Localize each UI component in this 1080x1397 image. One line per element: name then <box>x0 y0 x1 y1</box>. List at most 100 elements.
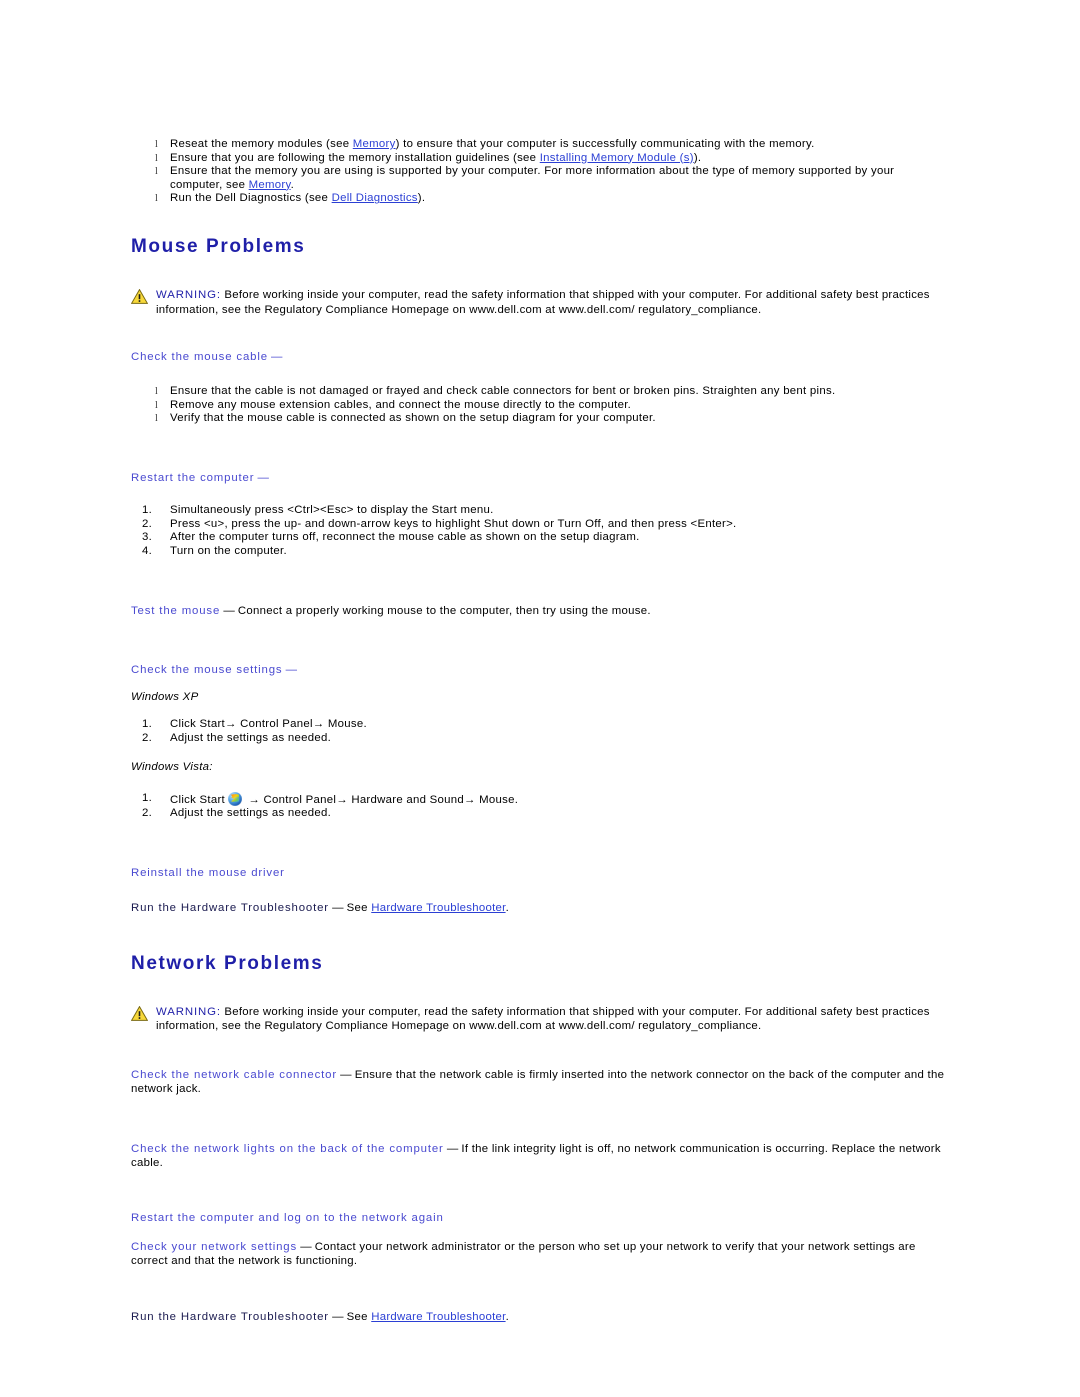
os-label-windows-vista: Windows Vista: <box>131 760 213 773</box>
list-number: 1. <box>142 791 153 804</box>
document-content: l Reseat the memory modules (see Memory) … <box>130 138 949 1324</box>
windows-vista-start-orb-icon <box>227 791 242 806</box>
inline-text: ) to ensure that your computer is succes… <box>395 138 815 150</box>
os-label-windows-xp: Windows XP <box>131 691 199 704</box>
warning-label: WARNING: <box>156 1005 221 1018</box>
bullet-icon: l <box>155 386 159 398</box>
list-number: 1. <box>142 718 153 731</box>
vista-step-2: Adjust the settings as needed. <box>170 807 332 820</box>
list-item: 2. Adjust the settings as needed. <box>131 732 949 746</box>
inline-link[interactable]: Memory <box>249 179 291 191</box>
paragraph-check-network-lights: Check the network lights on the back of … <box>131 1142 941 1169</box>
list-number: 2. <box>142 517 153 530</box>
warning-triangle-icon <box>130 1005 149 1021</box>
em-dash: — <box>254 471 269 484</box>
bullet-icon: l <box>155 193 159 205</box>
list-item: l Ensure that the memory you are using is… <box>131 165 949 192</box>
list-item-text: After the computer turns off, reconnect … <box>170 531 640 544</box>
inline-text: Run the Dell Diagnostics (see <box>170 192 332 205</box>
list-number: 1. <box>142 503 153 516</box>
paragraph-check-network-cable-connector: Check the network cable connector — Ensu… <box>131 1068 945 1095</box>
period: . <box>505 1310 510 1323</box>
warning-triangle-icon <box>130 288 149 304</box>
em-dash: — <box>328 1310 347 1323</box>
subhead-reinstall-the-mouse-driver: Reinstall the mouse driver <box>131 866 285 879</box>
inline-link[interactable]: Memory <box>353 138 396 150</box>
see-text: See <box>346 901 372 914</box>
em-dash: — <box>328 901 347 914</box>
list-item: l Reseat the memory modules (see Memory) … <box>131 138 949 152</box>
subhead-check-the-mouse-cable: Check the mouse cable — <box>131 351 283 364</box>
paragraph-check-network-settings: Check your network settings — Contact yo… <box>131 1240 916 1267</box>
list-item-text: Turn on the computer. <box>170 544 287 557</box>
period: . <box>505 901 510 914</box>
see-text: See <box>346 1310 372 1323</box>
paragraph-run-hardware-troubleshooter-mouse: Run the Hardware Troubleshooter — See Ha… <box>131 901 510 914</box>
list-item: 3. After the computer turns off, reconnec… <box>131 531 949 545</box>
vista-step-suffix: → Control Panel→ Hardware and Sound→ Mou… <box>244 793 519 806</box>
list-item: 1. Click Start→ Control Panel→ Mouse. <box>131 718 949 732</box>
paragraph-test-the-mouse: Test the mouse — Connect a properly work… <box>131 605 651 618</box>
bullet-icon: l <box>155 399 159 411</box>
list-item: l Remove any mouse extension cables, and … <box>131 399 949 413</box>
list-item: 2. Press <u>, press the up- and down-arro… <box>131 518 949 532</box>
warning-body: Before working inside your computer, rea… <box>156 288 930 316</box>
em-dash: — <box>267 351 283 364</box>
em-dash: — <box>282 664 298 677</box>
warning-label: WARNING: <box>156 288 221 301</box>
inline-text: ). <box>417 192 426 205</box>
list-item-text: Simultaneously press <Ctrl><Esc> to disp… <box>170 503 494 516</box>
link-hardware-troubleshooter[interactable]: Hardware Troubleshooter <box>371 902 505 914</box>
list-item-text: Adjust the settings as needed. <box>170 731 332 744</box>
bullet-icon: l <box>155 139 159 150</box>
list-number: 2. <box>142 807 153 820</box>
warning-block-mouse: WARNING: Before working inside your comp… <box>130 288 949 317</box>
windows-vista-mouse-steps: 1. Click Start → Control Panel→ Hardware … <box>131 791 949 821</box>
list-item-text: Verify that the mouse cable is connected… <box>170 412 656 425</box>
list-item: 2. Adjust the settings as needed. <box>131 807 949 821</box>
windows-xp-mouse-steps: 1. Click Start→ Control Panel→ Mouse. 2. Ad… <box>131 718 949 745</box>
inline-text: Reseat the memory modules (see <box>170 138 353 150</box>
list-item-text: Click Start→ Control Panel→ Mouse. <box>170 718 367 731</box>
em-dash: — <box>336 1068 355 1081</box>
mouse-cable-check-list: l Ensure that the cable is not damaged or… <box>131 385 949 426</box>
restart-computer-steps: 1. Simultaneously press <Ctrl><Esc> to di… <box>131 504 949 558</box>
list-item: 1. Simultaneously press <Ctrl><Esc> to di… <box>131 504 949 518</box>
bullet-icon: l <box>155 413 159 425</box>
inline-text: ). <box>693 151 702 164</box>
em-dash: — <box>297 1240 315 1253</box>
list-number: 4. <box>142 544 153 557</box>
em-dash: — <box>443 1142 462 1155</box>
list-item: l Ensure that you are following the memor… <box>131 152 949 166</box>
list-number: 2. <box>142 731 153 744</box>
document-page: l Reseat the memory modules (see Memory) … <box>0 0 1080 1397</box>
list-item: l Ensure that the cable is not damaged or… <box>131 385 949 399</box>
section-heading-network-problems: Network Problems <box>131 952 324 974</box>
inline-text: Ensure that you are following the memory… <box>170 151 540 164</box>
list-item-text: Ensure that the cable is not damaged or … <box>170 385 836 398</box>
subhead-restart-and-logon: Restart the computer and log on to the n… <box>131 1211 444 1224</box>
list-number: 3. <box>142 531 153 544</box>
inline-link[interactable]: Dell Diagnostics <box>332 192 418 204</box>
list-item-text: Remove any mouse extension cables, and c… <box>170 398 632 411</box>
bullet-icon: l <box>155 166 159 178</box>
subhead-check-the-mouse-settings: Check the mouse settings — <box>131 664 298 677</box>
list-item: l Verify that the mouse cable is connecte… <box>131 412 949 426</box>
list-item: l Run the Dell Diagnostics (see Dell Diag… <box>131 192 949 206</box>
bullet-icon: l <box>155 152 159 164</box>
subhead-restart-the-computer: Restart the computer — <box>131 471 269 484</box>
link-hardware-troubleshooter[interactable]: Hardware Troubleshooter <box>371 1311 505 1323</box>
test-mouse-body: Connect a properly working mouse to the … <box>237 605 651 618</box>
em-dash: — <box>220 605 238 618</box>
list-item: 4. Turn on the computer. <box>131 545 949 559</box>
list-item: 1. Click Start → Control Panel→ Hardware … <box>131 791 949 808</box>
warning-body: Before working inside your computer, rea… <box>156 1005 930 1033</box>
list-item-text: Press <u>, press the up- and down-arrow … <box>170 517 737 530</box>
vista-step-prefix: Click Start <box>170 793 225 806</box>
memory-troubleshooting-list: l Reseat the memory modules (see Memory) … <box>131 138 949 206</box>
section-heading-mouse-problems: Mouse Problems <box>131 235 306 257</box>
warning-text-mouse: WARNING: Before working inside your comp… <box>156 288 949 317</box>
inline-text: . <box>290 178 295 191</box>
warning-block-network: WARNING: Before working inside your comp… <box>130 1005 949 1034</box>
inline-link[interactable]: Installing Memory Module (s) <box>540 152 694 164</box>
